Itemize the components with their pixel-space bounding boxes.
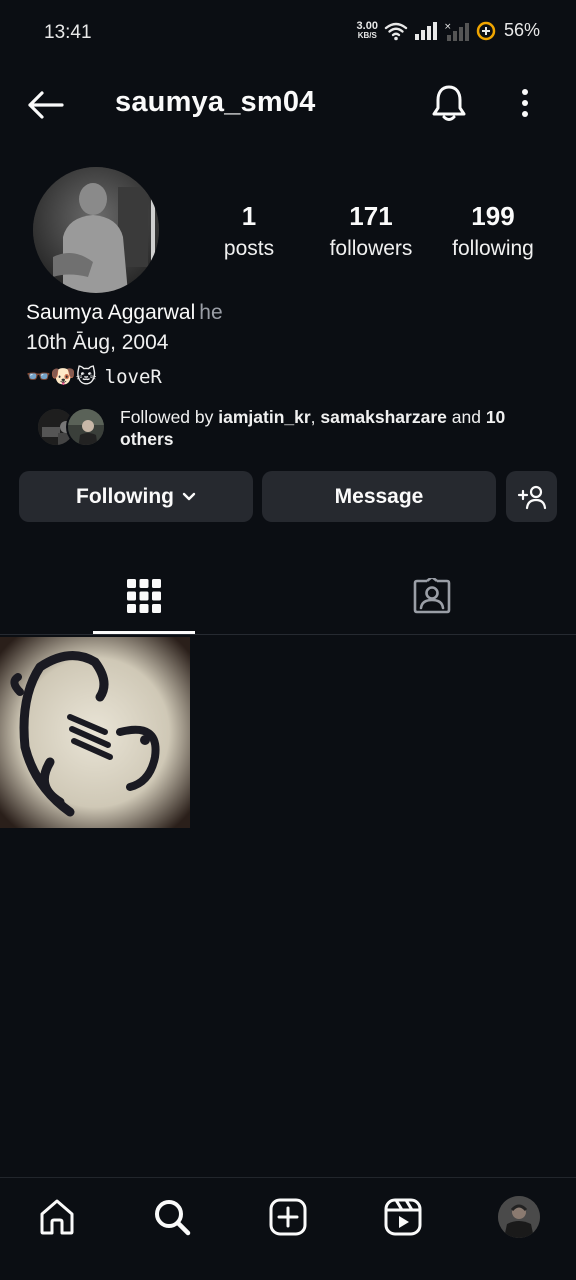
back-button[interactable] <box>22 82 68 128</box>
notifications-button[interactable] <box>426 80 472 126</box>
tagged-person-icon <box>413 577 451 613</box>
network-speed: 3.00 KB/S <box>356 19 378 40</box>
post-image <box>0 637 190 828</box>
profile-full-name: Saumya Aggarwal he <box>26 301 223 325</box>
nav-search[interactable] <box>142 1194 202 1240</box>
followers-label: followers <box>329 237 413 260</box>
mutual-followers[interactable]: Followed by iamjatin_kr, samaksharzare a… <box>36 406 556 454</box>
nav-create[interactable] <box>258 1194 318 1240</box>
bio-text: loveR <box>104 365 162 388</box>
search-icon <box>155 1200 191 1236</box>
bio-birthday: 10th Āug, 2004 <box>26 331 169 354</box>
nav-reels[interactable] <box>373 1194 433 1240</box>
mutual-avatar-2 <box>66 407 106 447</box>
profile-tabs <box>0 556 576 635</box>
signal-2-icon: × <box>444 22 469 41</box>
profile-username: saumya_sm04 <box>115 86 316 118</box>
following-button-label: Following <box>76 484 174 508</box>
stat-posts[interactable]: 1 posts <box>209 200 289 266</box>
stat-followers[interactable]: 171 followers <box>321 200 421 266</box>
more-options-button[interactable] <box>506 80 544 126</box>
mutual-followers-text: Followed by iamjatin_kr, samaksharzare a… <box>120 406 550 450</box>
more-vertical-icon <box>522 89 528 117</box>
profile-photo <box>33 167 159 293</box>
bell-icon <box>432 85 466 121</box>
home-icon <box>40 1199 74 1235</box>
reels-icon <box>384 1198 422 1236</box>
profile-avatar[interactable] <box>33 167 159 293</box>
add-person-icon <box>517 485 546 509</box>
full-name-text: Saumya Aggarwal <box>26 301 196 324</box>
nav-home[interactable] <box>27 1194 87 1240</box>
mutual-user-2: samaksharzare <box>320 407 447 427</box>
stat-following[interactable]: 199 following <box>443 200 543 266</box>
status-icons: 3.00 KB/S × 56% <box>357 20 540 41</box>
mutual-separator: , <box>310 407 321 427</box>
mutual-avatar-2-photo <box>68 409 104 445</box>
mutual-and: and <box>446 407 486 427</box>
status-bar: 13:41 3.00 KB/S × 56% <box>0 0 576 64</box>
mutual-user-1: iamjatin_kr <box>218 407 311 427</box>
following-label: following <box>452 237 534 260</box>
signal-icon <box>414 21 437 40</box>
nav-profile-avatar <box>498 1196 540 1238</box>
mutual-prefix: Followed by <box>120 407 219 427</box>
tab-posts-grid[interactable] <box>93 556 195 635</box>
pronouns: he <box>199 301 223 324</box>
suggested-users-button[interactable] <box>506 471 557 522</box>
bio-line: 👓🐶🐱 loveR <box>26 364 162 389</box>
battery-percentage: 56% <box>503 20 540 40</box>
bio-emojis: 👓🐶🐱 <box>26 366 97 388</box>
battery-saver-icon <box>476 21 496 40</box>
status-time: 13:41 <box>44 22 92 43</box>
wifi-icon <box>384 22 408 40</box>
message-button[interactable]: Message <box>262 471 496 522</box>
post-thumbnail[interactable] <box>0 637 190 828</box>
create-post-icon <box>269 1198 307 1236</box>
network-speed-unit: KB/S <box>357 30 377 40</box>
followers-count: 171 <box>349 201 393 231</box>
nav-profile[interactable] <box>489 1194 549 1240</box>
posts-count: 1 <box>241 201 257 231</box>
active-tab-indicator <box>93 631 195 634</box>
nav-profile-photo <box>498 1196 540 1238</box>
following-button[interactable]: Following <box>19 471 253 522</box>
tab-tagged[interactable] <box>382 556 482 635</box>
posts-label: posts <box>223 237 275 260</box>
profile-header: saumya_sm04 <box>0 72 576 136</box>
grid-icon <box>127 578 161 613</box>
following-count: 199 <box>471 201 515 231</box>
bottom-navigation <box>0 1177 576 1280</box>
svg-text:×: × <box>444 22 452 32</box>
arrow-left-icon <box>28 91 64 119</box>
network-speed-value: 3.00 <box>356 19 378 32</box>
chevron-down-icon <box>182 492 196 500</box>
message-button-label: Message <box>334 484 424 508</box>
